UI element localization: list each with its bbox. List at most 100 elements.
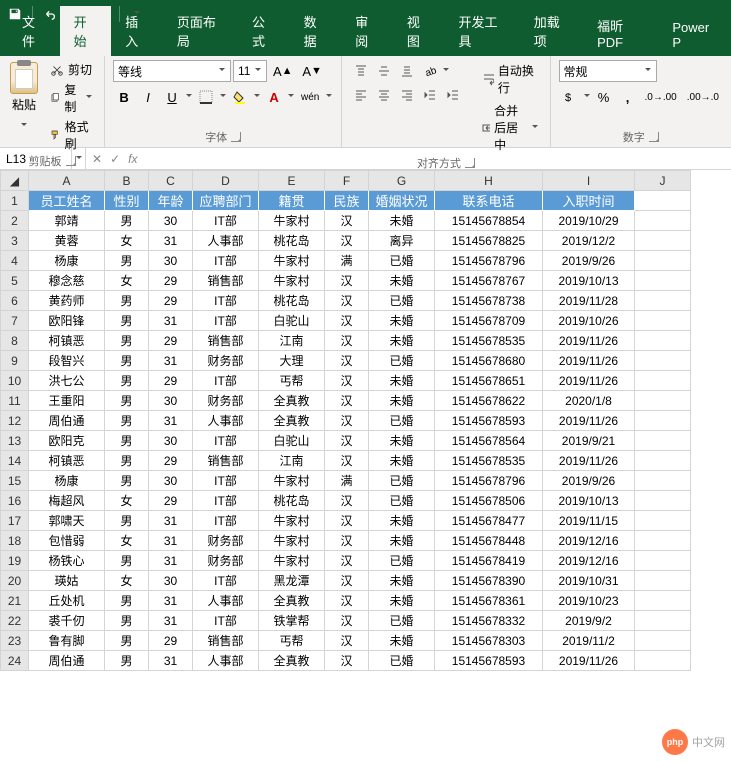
cell[interactable]: 男 xyxy=(105,551,149,571)
cell[interactable]: 2019/10/13 xyxy=(543,271,635,291)
cell[interactable]: 已婚 xyxy=(369,471,435,491)
cell[interactable]: 铁掌帮 xyxy=(259,611,325,631)
row-header-10[interactable]: 10 xyxy=(1,371,29,391)
cell[interactable]: 江南 xyxy=(259,451,325,471)
cell[interactable] xyxy=(635,511,691,531)
cell[interactable]: 15145678593 xyxy=(435,411,543,431)
tab-data[interactable]: 数据 xyxy=(290,6,342,56)
cell[interactable]: 2019/10/26 xyxy=(543,311,635,331)
cell[interactable]: 柯镇恶 xyxy=(29,451,105,471)
cell[interactable]: 已婚 xyxy=(369,551,435,571)
cell[interactable]: IT部 xyxy=(193,291,259,311)
cell[interactable]: 2019/11/26 xyxy=(543,651,635,671)
tab-power[interactable]: Power P xyxy=(658,14,731,56)
paste-button[interactable]: 粘贴 xyxy=(8,60,40,139)
cell[interactable]: 15145678332 xyxy=(435,611,543,631)
cell[interactable]: 29 xyxy=(149,631,193,651)
cell[interactable]: 2019/11/2 xyxy=(543,631,635,651)
cell[interactable]: 汉 xyxy=(325,431,369,451)
cell[interactable]: 15145678680 xyxy=(435,351,543,371)
cell[interactable]: 15145678738 xyxy=(435,291,543,311)
cell[interactable] xyxy=(635,251,691,271)
cell[interactable]: 离异 xyxy=(369,231,435,251)
col-header-D[interactable]: D xyxy=(193,171,259,191)
cell[interactable]: 汉 xyxy=(325,611,369,631)
cell[interactable]: 女 xyxy=(105,571,149,591)
row-header-23[interactable]: 23 xyxy=(1,631,29,651)
tab-formula[interactable]: 公式 xyxy=(238,6,290,56)
cell[interactable]: 已婚 xyxy=(369,491,435,511)
comma-icon[interactable]: , xyxy=(617,86,639,108)
cell[interactable]: 瑛姑 xyxy=(29,571,105,591)
border-button[interactable] xyxy=(195,86,217,108)
table-header[interactable]: 婚姻状况 xyxy=(369,191,435,211)
cell[interactable]: IT部 xyxy=(193,471,259,491)
cell[interactable] xyxy=(635,311,691,331)
font-launcher[interactable] xyxy=(231,132,241,142)
cell[interactable]: 29 xyxy=(149,491,193,511)
cell[interactable] xyxy=(635,431,691,451)
cell[interactable]: 未婚 xyxy=(369,431,435,451)
cell[interactable]: 女 xyxy=(105,271,149,291)
cell[interactable]: 2019/11/26 xyxy=(543,371,635,391)
name-box[interactable]: L13 xyxy=(0,148,72,169)
cell[interactable]: 15145678796 xyxy=(435,471,543,491)
cell[interactable] xyxy=(635,611,691,631)
cell[interactable]: 已婚 xyxy=(369,251,435,271)
row-header-20[interactable]: 20 xyxy=(1,571,29,591)
row-header-6[interactable]: 6 xyxy=(1,291,29,311)
font-color-button[interactable]: A xyxy=(263,86,285,108)
cell[interactable]: 洪七公 xyxy=(29,371,105,391)
cell[interactable]: 男 xyxy=(105,451,149,471)
align-right-icon[interactable] xyxy=(396,84,418,106)
tab-home[interactable]: 开始 xyxy=(60,6,112,56)
row-header-14[interactable]: 14 xyxy=(1,451,29,471)
cell[interactable]: 杨康 xyxy=(29,251,105,271)
cancel-icon[interactable]: ✕ xyxy=(92,152,102,166)
cell[interactable] xyxy=(635,591,691,611)
cell[interactable]: 周伯通 xyxy=(29,651,105,671)
cell[interactable]: 未婚 xyxy=(369,571,435,591)
cell[interactable]: 汉 xyxy=(325,631,369,651)
cell[interactable]: 牛家村 xyxy=(259,251,325,271)
cell[interactable]: 汉 xyxy=(325,511,369,531)
cell[interactable]: 未婚 xyxy=(369,331,435,351)
col-header-I[interactable]: I xyxy=(543,171,635,191)
cell[interactable]: 31 xyxy=(149,531,193,551)
cell[interactable]: 杨康 xyxy=(29,471,105,491)
col-header-G[interactable]: G xyxy=(369,171,435,191)
number-launcher[interactable] xyxy=(649,132,659,142)
inc-decimal-icon[interactable]: .0→.00 xyxy=(641,86,681,108)
row-header-1[interactable]: 1 xyxy=(1,191,29,211)
cell[interactable]: 销售部 xyxy=(193,331,259,351)
cell[interactable]: 2019/12/16 xyxy=(543,531,635,551)
cell[interactable]: 汉 xyxy=(325,291,369,311)
cell[interactable]: 牛家村 xyxy=(259,511,325,531)
cell[interactable]: 男 xyxy=(105,211,149,231)
cell[interactable]: 2019/9/26 xyxy=(543,471,635,491)
cell[interactable]: 汉 xyxy=(325,351,369,371)
row-header-17[interactable]: 17 xyxy=(1,511,29,531)
cell[interactable]: 男 xyxy=(105,431,149,451)
cell[interactable] xyxy=(635,451,691,471)
cell[interactable]: 2019/10/29 xyxy=(543,211,635,231)
cell[interactable]: 2019/11/26 xyxy=(543,451,635,471)
cell[interactable]: 15145678448 xyxy=(435,531,543,551)
increase-font-icon[interactable]: A▲ xyxy=(269,60,296,82)
cell[interactable]: 30 xyxy=(149,471,193,491)
row-header-21[interactable]: 21 xyxy=(1,591,29,611)
cell[interactable]: 2019/10/23 xyxy=(543,591,635,611)
cell[interactable]: 15145678477 xyxy=(435,511,543,531)
cell[interactable]: 财务部 xyxy=(193,351,259,371)
orientation-icon[interactable]: ab xyxy=(419,60,441,82)
cell[interactable]: 2019/12/16 xyxy=(543,551,635,571)
cell[interactable]: 全真教 xyxy=(259,651,325,671)
cell[interactable]: 女 xyxy=(105,491,149,511)
cell[interactable]: IT部 xyxy=(193,251,259,271)
cell[interactable]: 王重阳 xyxy=(29,391,105,411)
cell[interactable]: 桃花岛 xyxy=(259,231,325,251)
font-size-select[interactable]: 11 xyxy=(233,60,267,82)
cell[interactable]: 已婚 xyxy=(369,651,435,671)
cell[interactable]: 桃花岛 xyxy=(259,491,325,511)
cell[interactable]: 男 xyxy=(105,411,149,431)
